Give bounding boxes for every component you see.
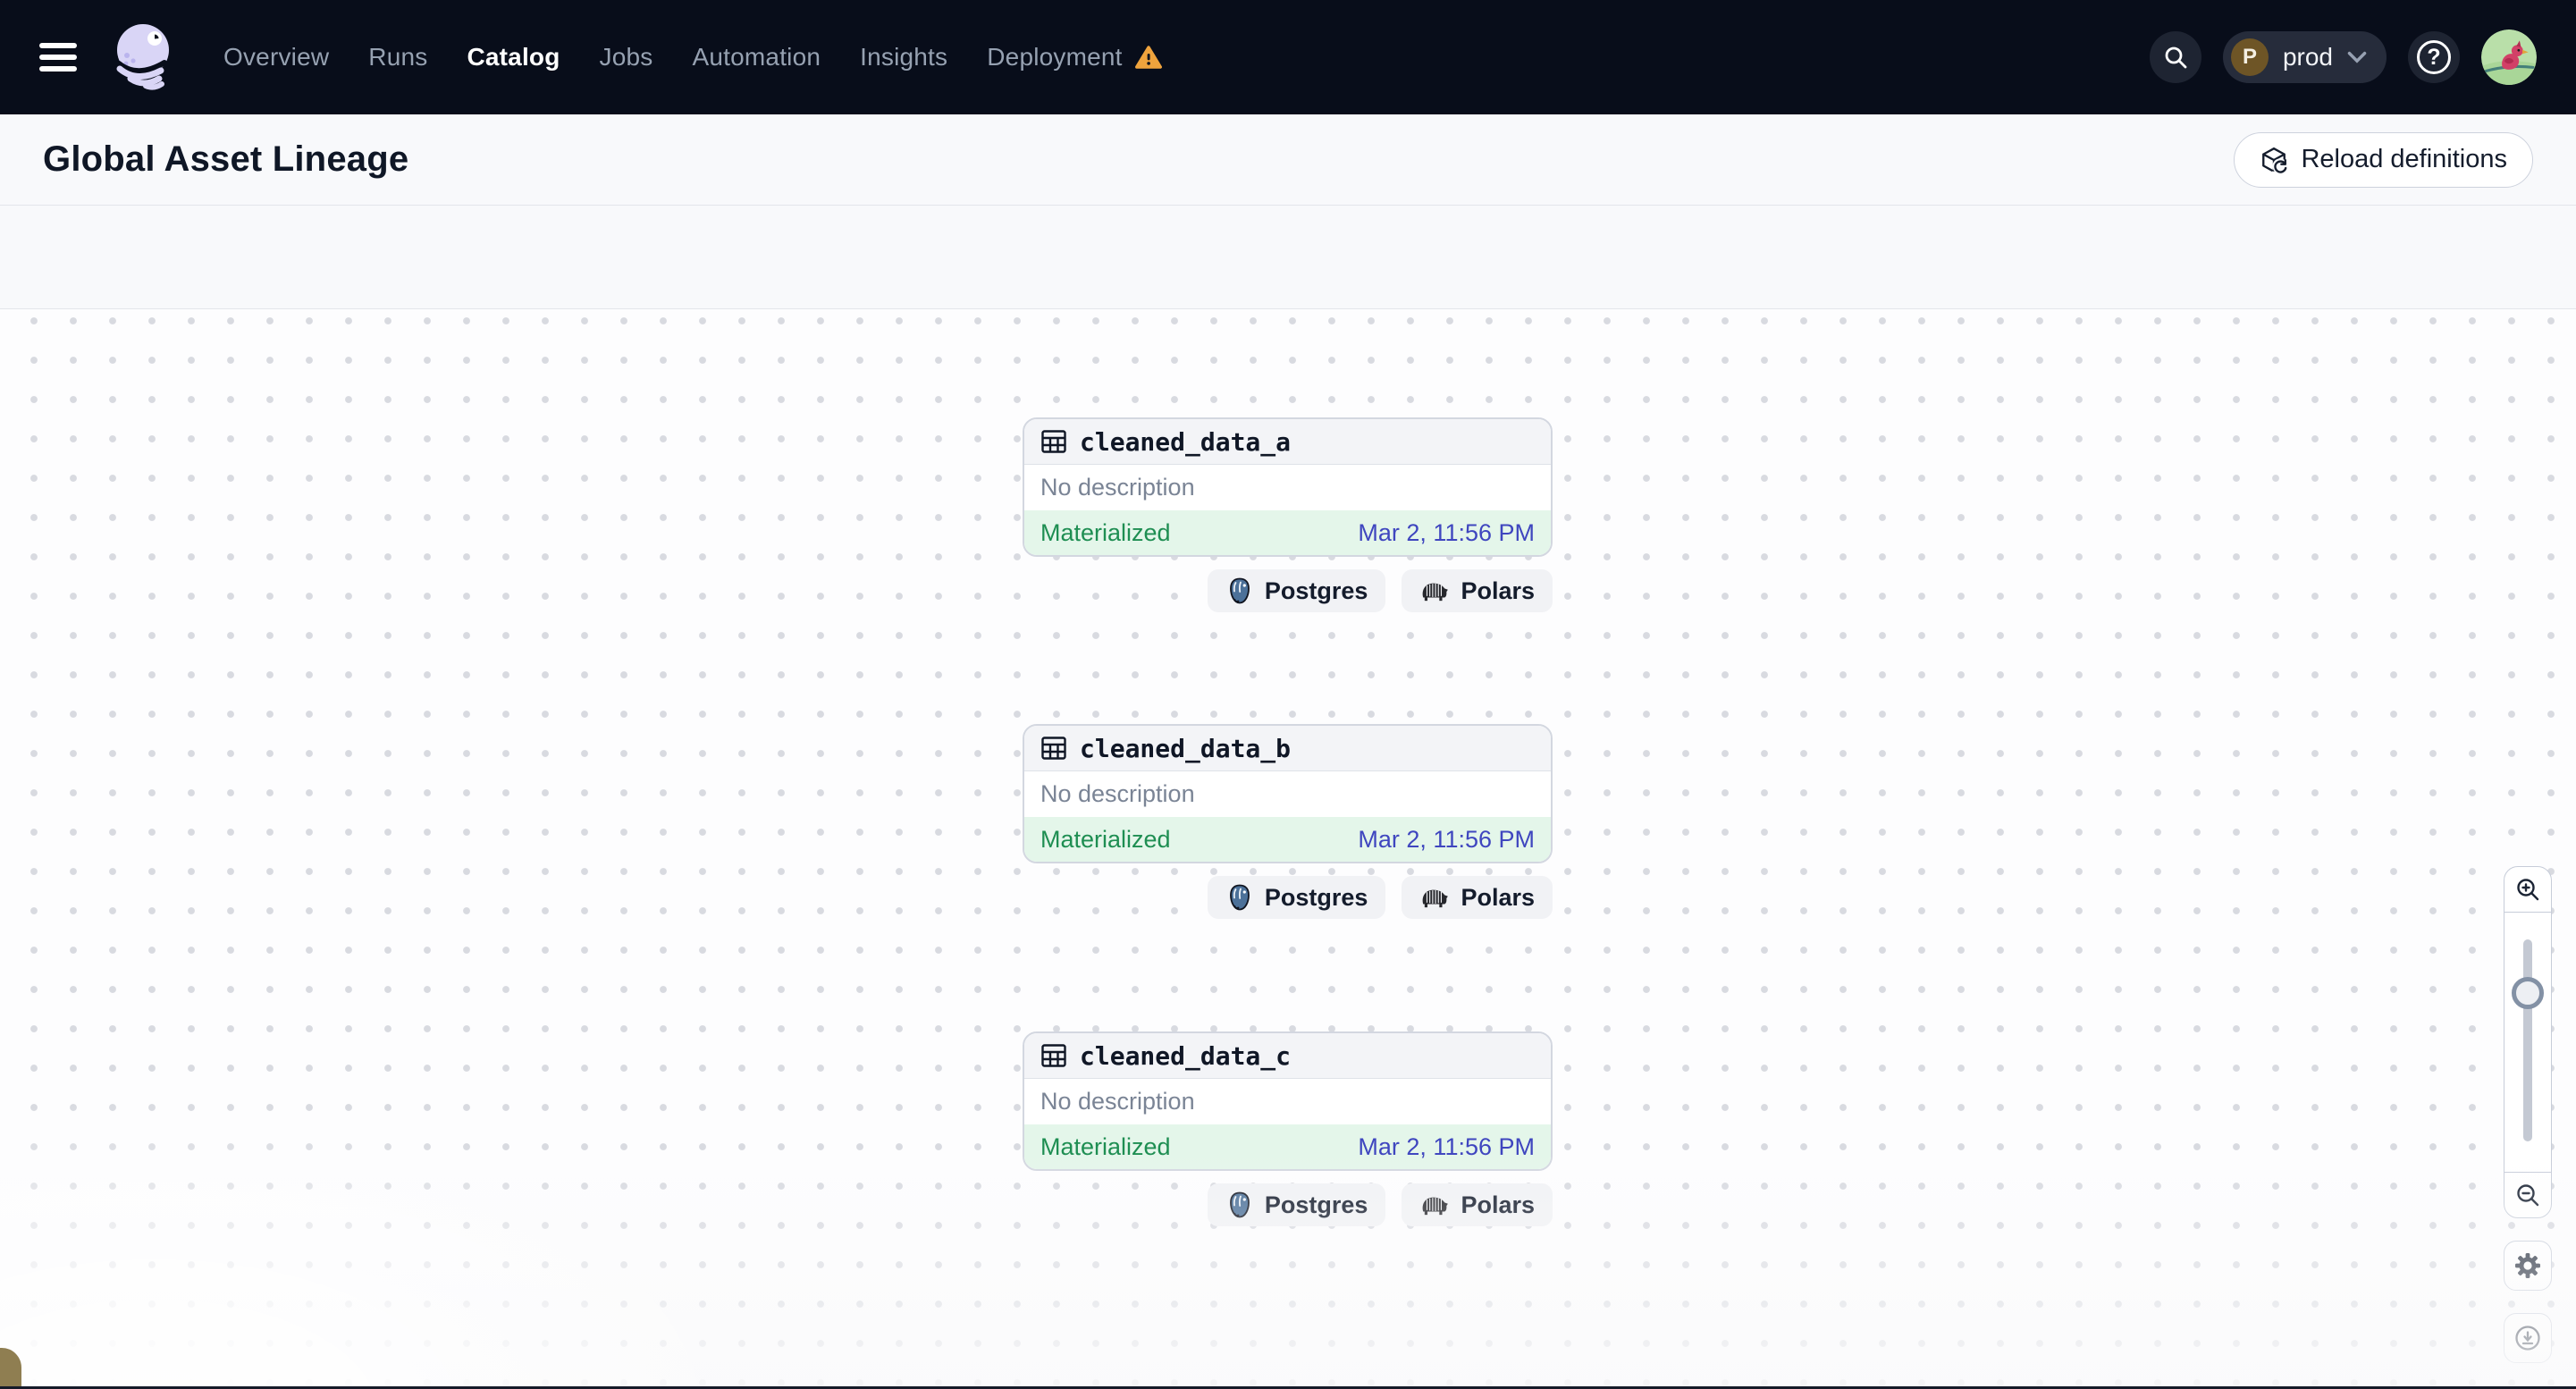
search-button[interactable] — [2149, 31, 2201, 83]
tag-label: Postgres — [1264, 1191, 1368, 1218]
help-icon: ? — [2417, 40, 2451, 74]
tag-label: Postgres — [1264, 883, 1368, 911]
tag-postgres[interactable]: Postgres — [1207, 876, 1386, 919]
primary-nav: Overview Runs Catalog Jobs Automation In… — [223, 43, 1162, 72]
materialization-status: Materialized — [1040, 1132, 1171, 1160]
asset-node-cleaned-data-b[interactable]: cleaned_data_b No description Materializ… — [1023, 724, 1553, 863]
lineage-canvas[interactable]: cleaned_data_a No description Materializ… — [0, 310, 2576, 1389]
download-image-button[interactable] — [2504, 1313, 2552, 1363]
tag-label: Postgres — [1264, 577, 1368, 604]
page-title: Global Asset Lineage — [43, 139, 409, 179]
zoom-slider[interactable] — [2504, 913, 2551, 1172]
environment-switcher[interactable]: P prod — [2222, 31, 2387, 83]
settings-gear-icon — [2515, 1253, 2540, 1278]
zoom-controls — [2504, 866, 2552, 1218]
asset-tags-row: Postgres Polars — [1023, 876, 1553, 919]
polars-icon — [1419, 579, 1450, 602]
asset-node-status-bar: Materialized Mar 2, 11:56 PM — [1024, 1124, 1551, 1169]
asset-node-header: cleaned_data_c — [1024, 1033, 1551, 1079]
asset-description: No description — [1040, 474, 1195, 501]
postgres-icon — [1225, 1191, 1254, 1219]
zoom-in-button[interactable] — [2504, 867, 2551, 912]
table-icon — [1040, 1043, 1067, 1068]
nav-item-catalog[interactable]: Catalog — [467, 43, 560, 72]
materialization-status: Materialized — [1040, 518, 1171, 546]
asset-name: cleaned_data_c — [1080, 1040, 1292, 1071]
zoom-in-icon — [2517, 879, 2539, 901]
asset-node-body: No description — [1024, 1079, 1551, 1124]
top-navbar: Overview Runs Catalog Jobs Automation In… — [0, 0, 2576, 114]
download-icon — [2515, 1326, 2540, 1351]
nav-item-deployment-label: Deployment — [987, 43, 1123, 71]
materialization-timestamp[interactable]: Mar 2, 11:56 PM — [1358, 519, 1535, 547]
tag-label: Polars — [1461, 1191, 1535, 1218]
tag-polars[interactable]: Polars — [1402, 876, 1553, 919]
asset-name: cleaned_data_b — [1080, 733, 1292, 763]
polars-icon — [1419, 886, 1450, 909]
asset-node-status-bar: Materialized Mar 2, 11:56 PM — [1024, 510, 1551, 555]
help-button[interactable]: ? — [2408, 31, 2460, 83]
dagster-logo-icon[interactable] — [104, 18, 182, 97]
asset-node-status-bar: Materialized Mar 2, 11:56 PM — [1024, 817, 1551, 862]
table-icon — [1040, 736, 1067, 761]
environment-name: prod — [2282, 43, 2333, 71]
lineage-toolbar: All assets roots(group:"public_data") ✕ — [0, 206, 2576, 488]
canvas-corner-shape — [0, 1348, 21, 1387]
postgres-icon — [1225, 883, 1254, 912]
asset-node-body: No description — [1024, 465, 1551, 510]
materialization-status: Materialized — [1040, 825, 1171, 853]
nav-item-jobs[interactable]: Jobs — [600, 43, 653, 72]
asset-tags-row: Postgres Polars — [1023, 1183, 1553, 1226]
tag-polars[interactable]: Polars — [1402, 1183, 1553, 1226]
tag-label: Polars — [1461, 883, 1535, 911]
asset-node-header: cleaned_data_b — [1024, 726, 1551, 771]
asset-tags-row: Postgres Polars — [1023, 569, 1553, 612]
nav-item-deployment[interactable]: Deployment — [987, 43, 1162, 72]
nav-item-automation[interactable]: Automation — [693, 43, 821, 72]
materialization-timestamp[interactable]: Mar 2, 11:56 PM — [1358, 1133, 1535, 1161]
nav-item-runs[interactable]: Runs — [368, 43, 427, 72]
graph-settings-button[interactable] — [2504, 1241, 2552, 1291]
asset-node-body: No description — [1024, 771, 1551, 817]
asset-name: cleaned_data_a — [1080, 426, 1292, 457]
zoom-out-icon — [2517, 1184, 2539, 1207]
asset-node-cleaned-data-c[interactable]: cleaned_data_c No description Materializ… — [1023, 1031, 1553, 1171]
zoom-out-button[interactable] — [2504, 1173, 2551, 1217]
nav-item-overview[interactable]: Overview — [223, 43, 329, 72]
asset-description: No description — [1040, 780, 1195, 807]
tag-postgres[interactable]: Postgres — [1207, 569, 1386, 612]
reload-definitions-label: Reload definitions — [2301, 145, 2507, 173]
asset-description: No description — [1040, 1088, 1195, 1115]
asset-node-cleaned-data-a[interactable]: cleaned_data_a No description Materializ… — [1023, 417, 1553, 557]
tag-label: Polars — [1461, 577, 1535, 604]
navbar-right-cluster: P prod ? — [2149, 29, 2537, 85]
environment-avatar: P — [2230, 38, 2269, 76]
polars-icon — [1419, 1193, 1450, 1216]
search-icon — [2162, 44, 2189, 71]
materialization-timestamp[interactable]: Mar 2, 11:56 PM — [1358, 826, 1535, 854]
hamburger-menu-icon[interactable] — [39, 43, 77, 72]
warning-icon — [1134, 45, 1162, 70]
postgres-icon — [1225, 577, 1254, 605]
tag-postgres[interactable]: Postgres — [1207, 1183, 1386, 1226]
chevron-down-icon — [2347, 51, 2367, 64]
reload-definitions-button[interactable]: Reload definitions — [2234, 131, 2533, 188]
tag-polars[interactable]: Polars — [1402, 569, 1553, 612]
dagster-app: Overview Runs Catalog Jobs Automation In… — [0, 0, 2576, 1389]
page-header: Global Asset Lineage Reload definitions — [0, 114, 2576, 206]
asset-node-header: cleaned_data_a — [1024, 419, 1551, 465]
table-icon — [1040, 429, 1067, 454]
zoom-slider-thumb[interactable] — [2512, 977, 2544, 1009]
nav-item-insights[interactable]: Insights — [860, 43, 947, 72]
zoom-slider-track[interactable] — [2523, 939, 2532, 1141]
user-avatar[interactable] — [2481, 29, 2537, 85]
reload-cube-icon — [2260, 146, 2288, 174]
